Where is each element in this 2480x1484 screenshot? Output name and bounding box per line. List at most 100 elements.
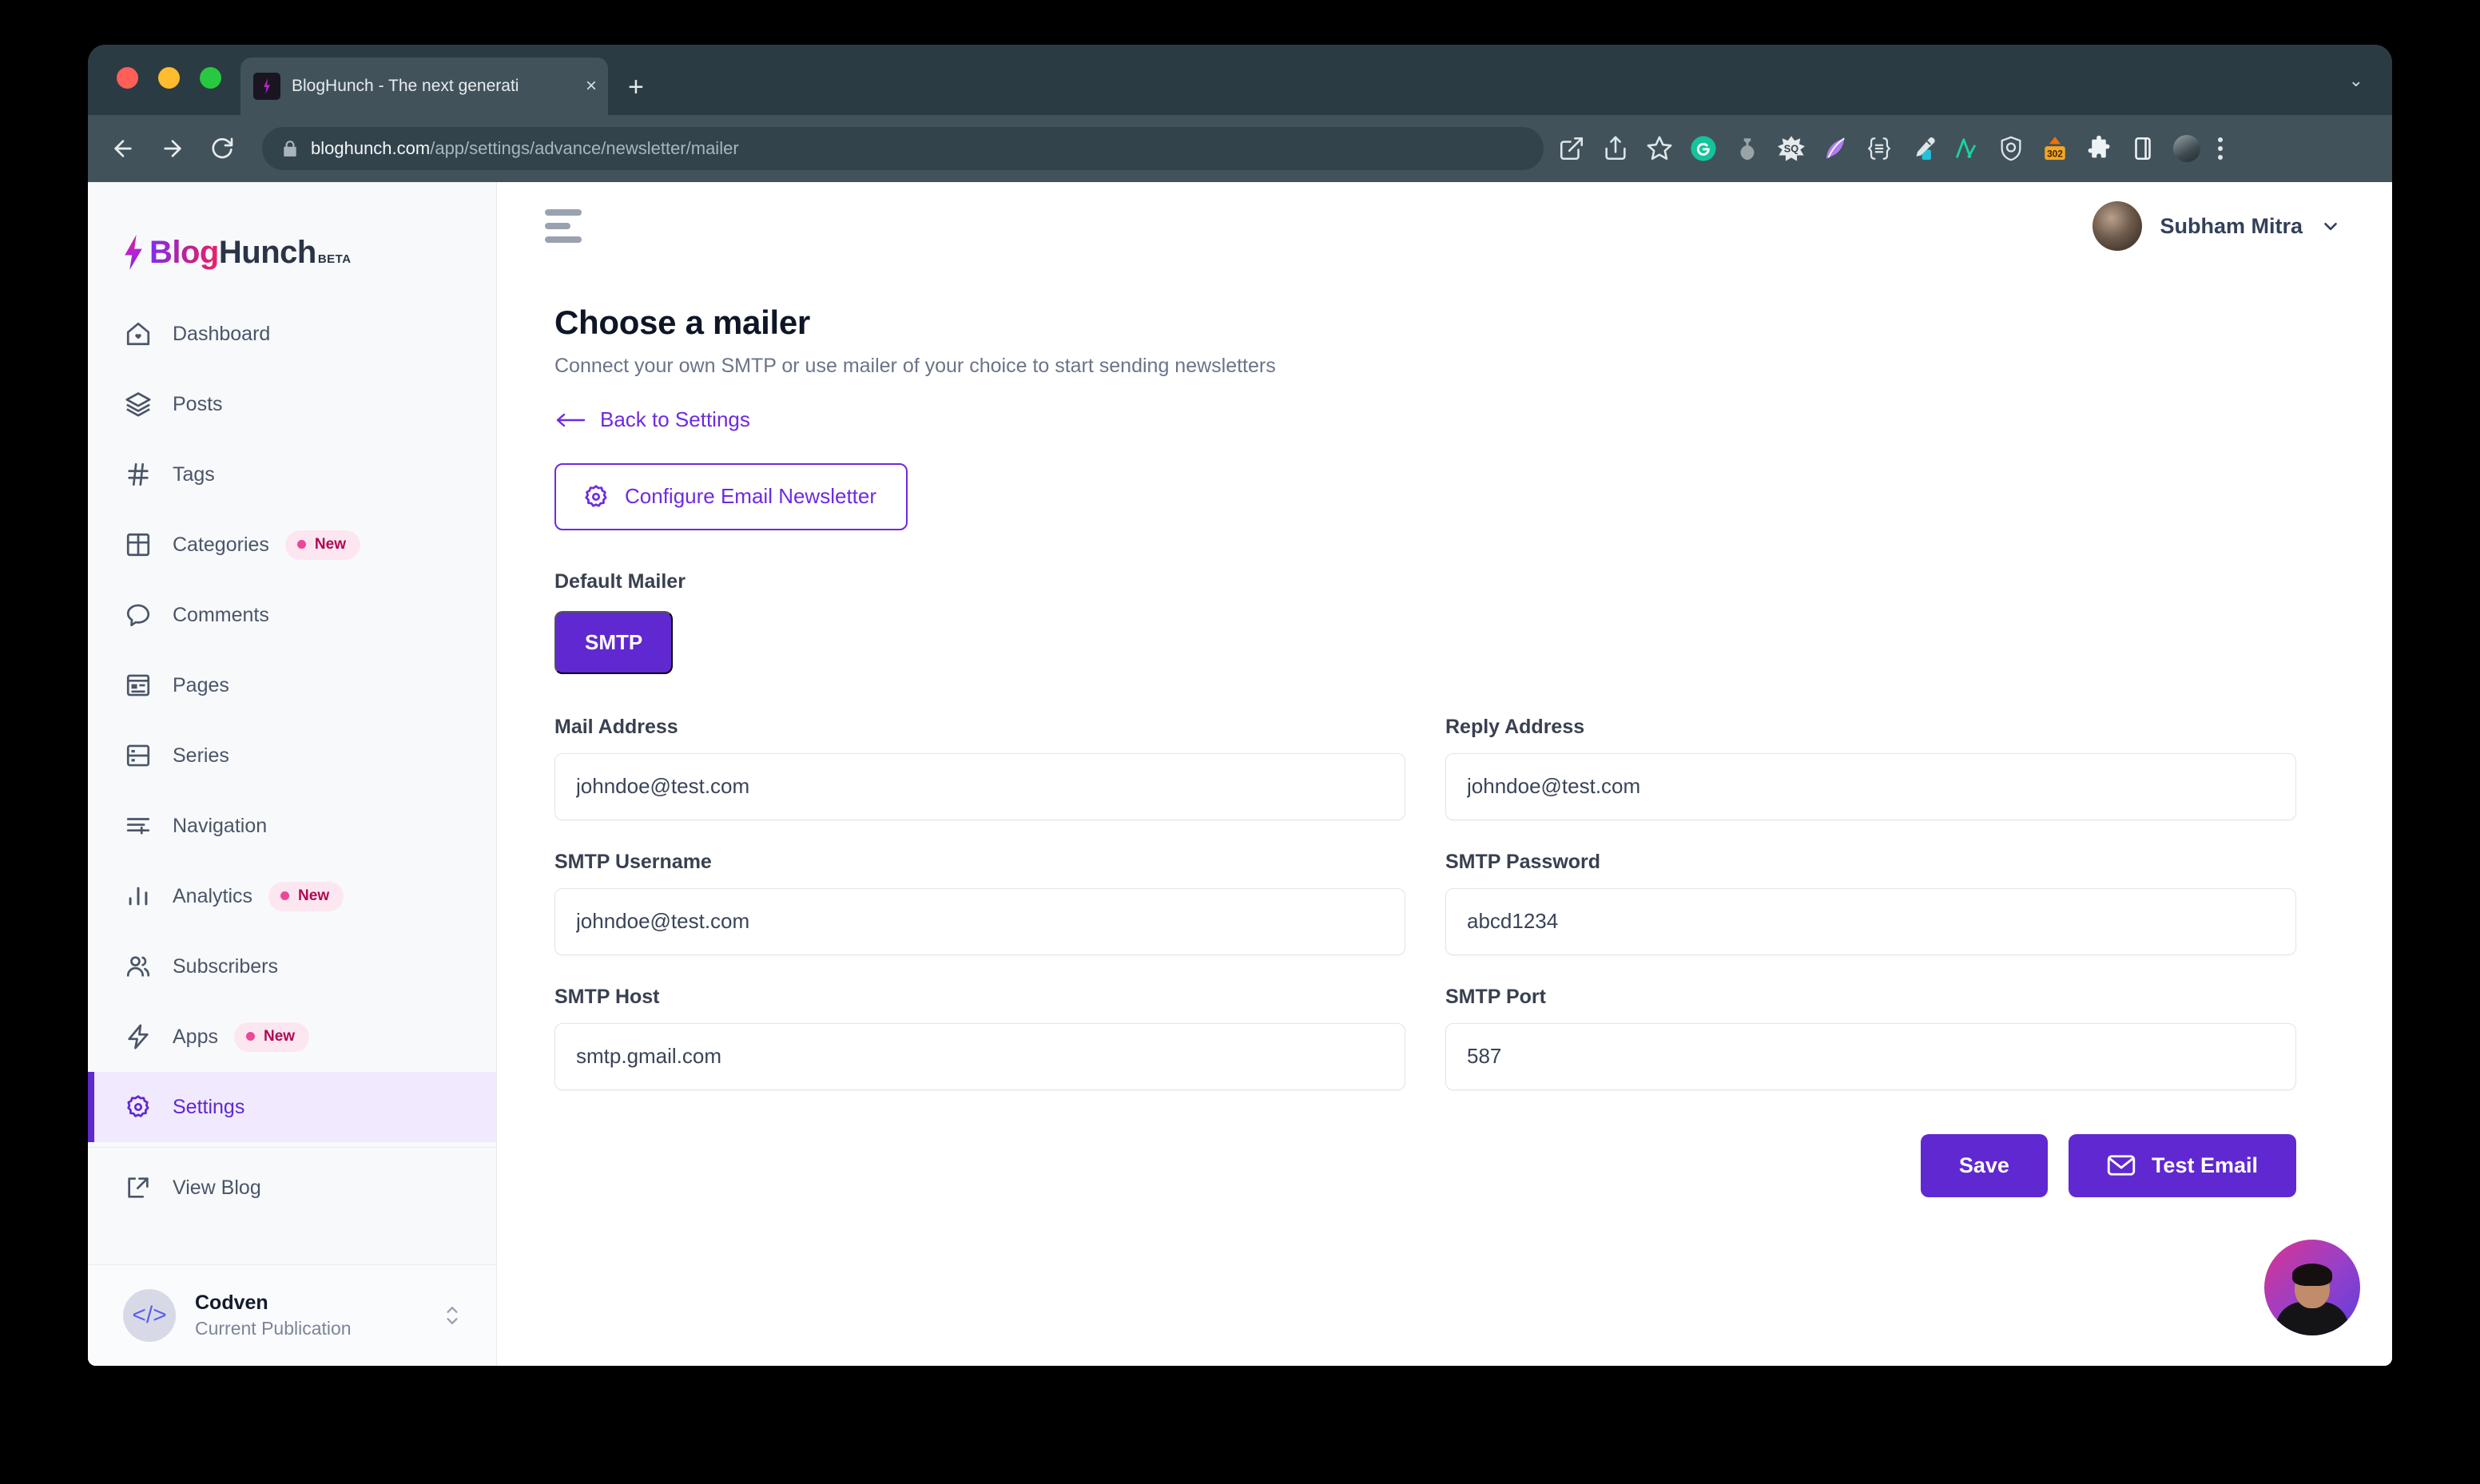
reply-address-input[interactable] xyxy=(1445,752,2296,820)
sidebar-item-series[interactable]: Series xyxy=(88,720,496,791)
support-chat-button[interactable] xyxy=(2264,1240,2360,1335)
sidebar-item-label: Apps xyxy=(173,1025,218,1048)
app-header: Subham Mitra xyxy=(497,182,2392,270)
stacksocial-icon[interactable]: SQ xyxy=(1778,135,1805,162)
home-icon xyxy=(126,322,150,346)
sidebar-item-subscribers[interactable]: Subscribers xyxy=(88,931,496,1002)
sidebar-item-label: Navigation xyxy=(173,814,268,837)
lock-icon xyxy=(284,141,296,157)
publication-switcher[interactable]: </> Codven Current Publication xyxy=(88,1265,496,1366)
shield-icon[interactable] xyxy=(1997,135,2025,162)
sidebar-item-categories[interactable]: Categories New xyxy=(88,510,496,580)
badge-label: New xyxy=(314,535,346,553)
brand-logo[interactable]: BlogHunch BETA xyxy=(88,182,496,288)
page-title: Choose a mailer xyxy=(554,304,810,341)
browser-tab-active[interactable]: BlogHunch - The next generati × xyxy=(240,58,608,115)
mailer-option-smtp[interactable]: SMTP xyxy=(554,610,674,674)
smtp-username-input[interactable] xyxy=(554,887,1405,955)
field-label: SMTP Port xyxy=(1445,985,1546,1008)
browser-tabstrip: BlogHunch - The next generati × + ⌄ xyxy=(88,45,2392,115)
avatar xyxy=(2092,201,2143,251)
address-bar[interactable]: bloghunch.com/app/settings/advance/newsl… xyxy=(262,127,1544,170)
svg-text:SQ: SQ xyxy=(1784,142,1799,154)
status-badge: New xyxy=(284,530,360,560)
user-menu[interactable]: Subham Mitra xyxy=(2092,201,2341,251)
publication-avatar-glyph: </> xyxy=(132,1302,167,1328)
back-icon[interactable] xyxy=(110,136,136,161)
puzzle-extensions-icon[interactable] xyxy=(2085,135,2112,162)
hash-icon xyxy=(128,462,149,486)
sidebar-item-label: Analytics xyxy=(173,884,253,907)
close-icon[interactable]: × xyxy=(586,77,597,96)
sidebar-item-label: Tags xyxy=(173,462,215,486)
share-icon[interactable] xyxy=(1602,135,1629,162)
honey-icon[interactable] xyxy=(1734,135,1761,162)
avatar: </> xyxy=(123,1289,176,1342)
browser-extensions-bar: SQ 302 xyxy=(1558,135,2224,162)
configure-email-newsletter-button[interactable]: Configure Email Newsletter xyxy=(554,462,908,530)
form-actions: Save Test Email xyxy=(554,1133,2296,1197)
reload-icon[interactable] xyxy=(209,136,235,161)
sidepanel-icon[interactable] xyxy=(2129,135,2156,162)
minimize-window-button[interactable] xyxy=(158,67,180,89)
browser-window: BlogHunch - The next generati × + ⌄ blog… xyxy=(88,45,2392,1366)
sidebar-item-settings[interactable]: Settings xyxy=(88,1072,496,1142)
test-email-button-label: Test Email xyxy=(2151,1153,2258,1177)
field-label: SMTP Username xyxy=(554,850,712,873)
sidebar-item-label: Series xyxy=(173,744,229,767)
users-icon xyxy=(126,956,150,977)
back-to-settings-link[interactable]: Back to Settings xyxy=(554,407,750,432)
page-icon xyxy=(126,674,150,696)
quill-icon[interactable] xyxy=(1822,135,1849,162)
browser-nav-buttons xyxy=(110,136,235,161)
smtp-password-input[interactable] xyxy=(1445,887,2296,955)
eyedropper-icon[interactable] xyxy=(1910,135,1937,162)
bar-chart-icon xyxy=(129,887,148,906)
sidebar-item-posts[interactable]: Posts xyxy=(88,369,496,439)
algolia-icon[interactable] xyxy=(1953,135,1981,162)
publication-switcher-wrap: </> Codven Current Publication xyxy=(88,1264,496,1366)
sidebar-item-comments[interactable]: Comments xyxy=(88,580,496,650)
page-viewport: BlogHunch BETA Dashboard Posts Tags Cate… xyxy=(88,182,2392,1366)
chevron-down-icon[interactable]: ⌄ xyxy=(2349,72,2363,89)
json-formatter-icon[interactable] xyxy=(1866,135,1893,162)
smtp-port-input[interactable] xyxy=(1445,1022,2296,1090)
brand-blog: Blog xyxy=(149,234,219,270)
mail-address-input[interactable] xyxy=(554,752,1405,820)
series-icon xyxy=(126,744,150,767)
new-tab-button[interactable]: + xyxy=(628,73,644,101)
sidebar-item-analytics[interactable]: Analytics New xyxy=(88,861,496,931)
smtp-host-input[interactable] xyxy=(554,1022,1405,1090)
sidebar-item-view-blog[interactable]: View Blog xyxy=(88,1153,496,1223)
sidebar-item-tags[interactable]: Tags xyxy=(88,439,496,510)
tab-title: BlogHunch - The next generati xyxy=(292,77,519,95)
close-window-button[interactable] xyxy=(117,67,138,89)
profile-avatar[interactable] xyxy=(2173,135,2200,162)
save-button-label: Save xyxy=(1958,1153,2009,1177)
sidebar-item-dashboard[interactable]: Dashboard xyxy=(88,299,496,369)
badge-label: New xyxy=(298,887,330,904)
browser-toolbar: bloghunch.com/app/settings/advance/newsl… xyxy=(88,115,2392,182)
open-in-new-icon[interactable] xyxy=(1558,135,1585,162)
badge-dot xyxy=(280,891,290,900)
svg-text:302: 302 xyxy=(2047,148,2063,159)
chevron-up-down-icon xyxy=(447,1307,458,1324)
sidebar-item-apps[interactable]: Apps New xyxy=(88,1002,496,1072)
status-badge: New xyxy=(233,1022,310,1052)
sidebar-item-navigation[interactable]: Navigation xyxy=(88,791,496,861)
badge-dot xyxy=(296,540,306,549)
sidebar-item-pages[interactable]: Pages xyxy=(88,650,496,720)
redirect-302-icon[interactable]: 302 xyxy=(2041,135,2069,162)
sidebar-nav: Dashboard Posts Tags Categories New Comm… xyxy=(88,299,496,1264)
save-button[interactable]: Save xyxy=(1920,1133,2048,1197)
back-to-settings-label: Back to Settings xyxy=(600,407,750,431)
hamburger-icon[interactable] xyxy=(545,209,582,243)
maximize-window-button[interactable] xyxy=(200,67,221,89)
forward-icon[interactable] xyxy=(160,136,185,161)
bookmark-star-icon[interactable] xyxy=(1646,135,1673,162)
grammarly-icon[interactable] xyxy=(1690,135,1717,162)
url-path: /app/settings/advance/newsletter/mailer xyxy=(430,138,739,158)
main-content: Subham Mitra Choose a mailer Connect you… xyxy=(497,182,2392,1366)
kebab-menu-icon[interactable] xyxy=(2217,137,2224,160)
test-email-button[interactable]: Test Email xyxy=(2068,1133,2296,1197)
